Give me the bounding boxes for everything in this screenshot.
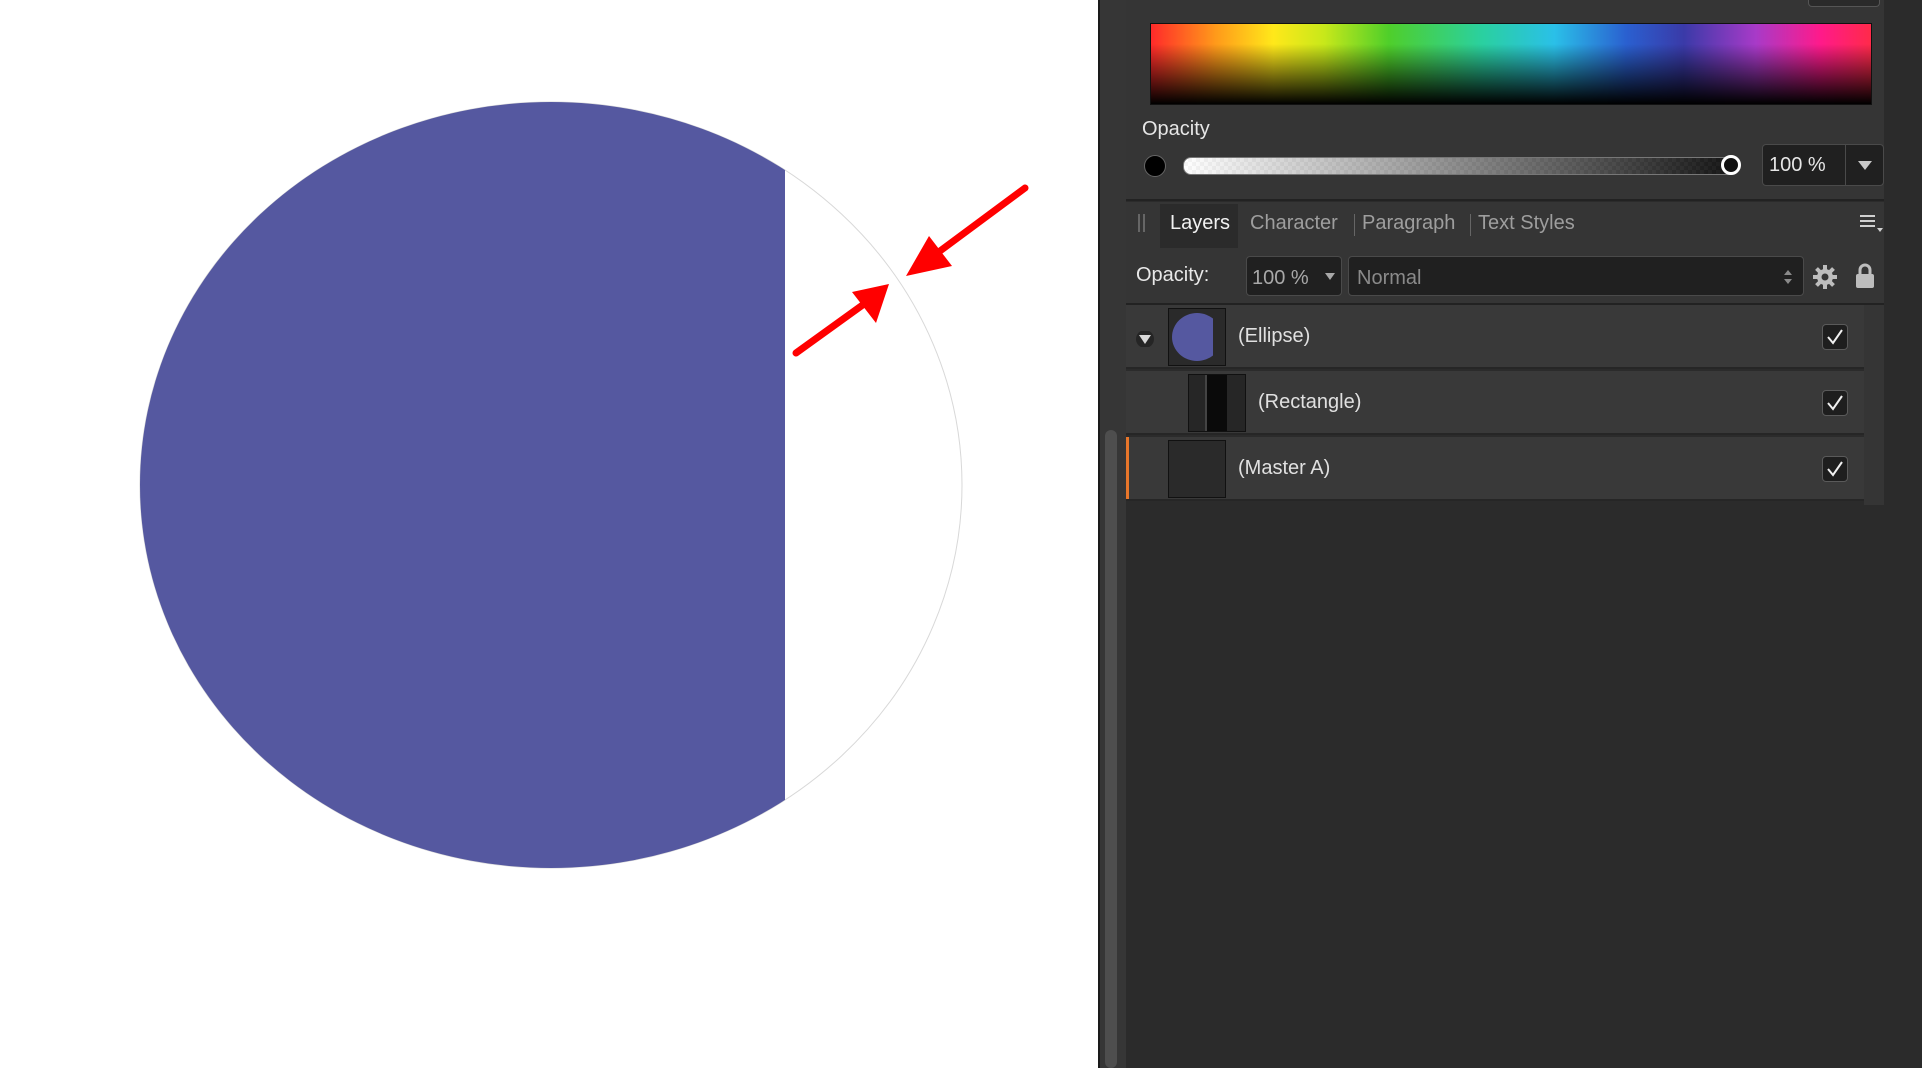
panel-edge xyxy=(1864,305,1884,505)
panel-grip-handle[interactable] xyxy=(1138,214,1145,232)
tab-separator xyxy=(1354,214,1355,236)
color-mode-control[interactable] xyxy=(1808,0,1880,7)
layer-thumbnail xyxy=(1168,440,1226,498)
checkmark-icon xyxy=(1827,395,1843,411)
current-color-swatch[interactable] xyxy=(1144,155,1166,177)
color-opacity-field[interactable]: 100 % xyxy=(1762,144,1884,186)
drop-arrow-icon[interactable] xyxy=(1858,161,1872,170)
layer-thumbnail xyxy=(1188,374,1246,432)
section-divider xyxy=(1126,199,1884,201)
drop-arrow-icon[interactable] xyxy=(1325,273,1335,280)
tab-paragraph[interactable]: Paragraph xyxy=(1362,212,1455,235)
tab-separator xyxy=(1470,214,1471,236)
layer-row-ellipse[interactable]: (Ellipse) xyxy=(1126,305,1864,369)
layer-name: (Rectangle) xyxy=(1258,391,1362,413)
layer-visibility-checkbox[interactable] xyxy=(1822,456,1848,482)
color-spectrum-picker[interactable] xyxy=(1150,23,1872,105)
panel-scrollbar-thumb[interactable] xyxy=(1105,430,1117,1068)
tab-character[interactable]: Character xyxy=(1250,212,1338,235)
lock-icon[interactable] xyxy=(1855,262,1875,295)
blend-mode-select[interactable]: Normal xyxy=(1348,256,1804,296)
layer-visibility-checkbox[interactable] xyxy=(1822,324,1848,350)
checkmark-icon xyxy=(1827,461,1843,477)
disclosure-triangle-icon[interactable] xyxy=(1136,331,1154,347)
layer-row-rectangle[interactable]: (Rectangle) xyxy=(1126,371,1864,435)
layer-name: (Master A) xyxy=(1238,457,1331,479)
layer-thumbnail xyxy=(1168,308,1226,366)
blend-mode-value: Normal xyxy=(1357,267,1422,289)
checkmark-icon xyxy=(1827,329,1843,345)
layer-opacity-field[interactable]: 100 % xyxy=(1246,256,1342,296)
panel-right-gutter xyxy=(1884,0,1922,1068)
layer-row-master-a[interactable]: (Master A) xyxy=(1126,437,1864,501)
opacity-slider-handle[interactable] xyxy=(1721,155,1741,175)
document-canvas[interactable] xyxy=(0,0,1098,1068)
gear-icon[interactable] xyxy=(1812,264,1838,295)
field-divider xyxy=(1845,145,1846,185)
tab-layers[interactable]: Layers xyxy=(1170,212,1230,235)
panel-menu-icon[interactable] xyxy=(1860,214,1884,239)
layer-name: (Ellipse) xyxy=(1238,325,1311,347)
layer-opacity-value: 100 % xyxy=(1252,267,1309,289)
color-opacity-label: Opacity xyxy=(1142,118,1210,140)
color-opacity-value: 100 % xyxy=(1769,154,1826,176)
stepper-arrows-icon[interactable] xyxy=(1783,267,1793,287)
layer-opacity-label: Opacity: xyxy=(1136,264,1210,286)
tab-text-styles[interactable]: Text Styles xyxy=(1478,212,1575,235)
master-marker xyxy=(1126,437,1129,499)
canvas-artwork xyxy=(139,101,1029,869)
opacity-slider[interactable] xyxy=(1183,157,1737,175)
layer-visibility-checkbox[interactable] xyxy=(1822,390,1848,416)
